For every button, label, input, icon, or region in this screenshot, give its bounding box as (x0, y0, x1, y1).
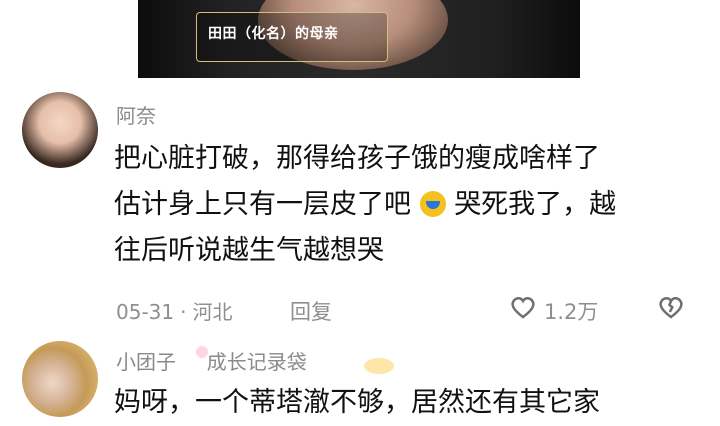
video-player[interactable]: 田田（化名）的母亲 (0, 0, 720, 78)
username-decoration (364, 358, 394, 374)
heart-icon[interactable] (508, 292, 538, 322)
comment-line-1: 把心脏打破，那得给孩子饿的瘦成啥样了 (114, 143, 600, 174)
meta-separator: · (180, 300, 187, 324)
comment-date: 05-31 (116, 300, 175, 324)
avatar[interactable] (22, 92, 98, 168)
comment-line-2: 估计身上只有一层皮了吧 哭死我了，越 (114, 182, 704, 228)
comment-line-2-suffix: 哭死我了，越 (454, 189, 617, 220)
reply-button[interactable]: 回复 (290, 296, 332, 326)
comment-location: 河北 (192, 300, 233, 324)
username-decoration (196, 346, 208, 358)
comment-line-3: 往后听说越生气越想哭 (114, 235, 384, 266)
like-count: 1.2万 (544, 300, 599, 324)
crying-face-icon (419, 191, 446, 217)
comment-text: 把心脏打破，那得给孩子饿的瘦成啥样了 估计身上只有一层皮了吧 哭死我了，越 往后… (114, 136, 704, 274)
comment-meta: 05-31 · 河北 (116, 296, 232, 325)
comment-text: 妈呀，一个蒂塔澈不够，居然还有其它家 (114, 387, 600, 418)
comment-username[interactable]: 小团子 成长记录袋 (116, 346, 307, 375)
broken-heart-icon[interactable] (654, 292, 688, 322)
comment-username-primary: 小团子 (116, 350, 176, 374)
comment-line-2-text: 估计身上只有一层皮了吧 (114, 189, 411, 220)
avatar[interactable] (22, 341, 98, 417)
comment-username-suffix: 成长记录袋 (206, 350, 307, 374)
comment-username[interactable]: 阿奈 (116, 100, 156, 129)
video-caption: 田田（化名）的母亲 (208, 26, 339, 42)
